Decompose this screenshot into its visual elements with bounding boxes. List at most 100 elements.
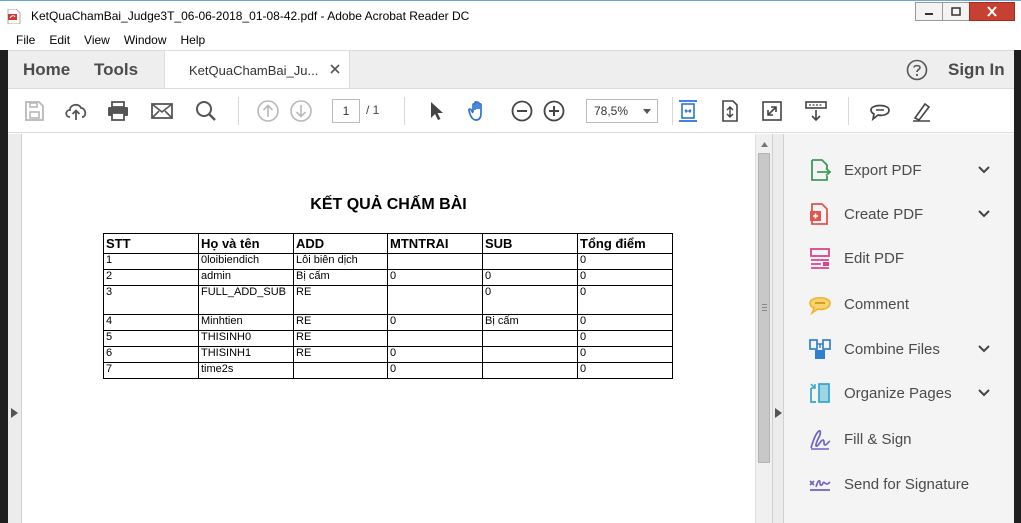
- table-cell: 0: [482, 285, 578, 315]
- zoom-in-icon[interactable]: [542, 99, 566, 123]
- fill-sign-icon: [810, 430, 831, 450]
- menu-bar: File Edit View Window Help: [0, 30, 1021, 50]
- toolbar-separator: [672, 97, 673, 125]
- table-cell: [482, 330, 578, 347]
- tools-pane: Export PDF Create PDF Edit PDF Comment C…: [784, 134, 1014, 523]
- tool-organize-pages[interactable]: Organize Pages: [784, 378, 1014, 408]
- document-scrollbar[interactable]: [755, 134, 772, 523]
- tab-document[interactable]: KetQuaChamBai_Ju...: [164, 51, 350, 89]
- close-window-button[interactable]: [969, 2, 1015, 21]
- table-cell: FULL_ADD_SUB: [198, 285, 294, 315]
- table-cell: [293, 362, 388, 379]
- window-title: KetQuaChamBai_Judge3T_06-06-2018_01-08-4…: [31, 9, 470, 23]
- email-icon[interactable]: [150, 99, 174, 123]
- tool-send-for-signature[interactable]: Send for Signature: [784, 469, 1014, 499]
- sign-in-link[interactable]: Sign In: [948, 60, 1005, 80]
- send-signature-icon: [809, 479, 831, 491]
- left-pane-toggle[interactable]: [8, 134, 22, 523]
- results-table: STT Họ và tên ADD MTNTRAI SUB Tổng điểm …: [103, 233, 673, 379]
- main-toolbar: 1 / 1 78,5%: [8, 88, 1014, 133]
- menu-file[interactable]: File: [9, 30, 42, 50]
- table-row: 5 THISINH0 RE 0: [103, 330, 673, 347]
- table-cell: 0: [482, 269, 578, 286]
- previous-page-icon[interactable]: [256, 99, 280, 123]
- right-pane-toggle[interactable]: [772, 134, 784, 523]
- toolbar-separator: [238, 97, 239, 125]
- scroll-up-arrow-icon[interactable]: [761, 142, 768, 147]
- chevron-right-icon: [775, 408, 782, 418]
- minimize-icon: [925, 12, 933, 15]
- tool-comment[interactable]: Comment: [784, 289, 1014, 319]
- menu-help[interactable]: Help: [174, 30, 213, 50]
- table-cell: Bị cấm: [482, 314, 578, 331]
- table-cell: RE: [293, 314, 388, 331]
- tool-label: Edit PDF: [844, 250, 905, 267]
- next-page-icon[interactable]: [289, 99, 313, 123]
- menu-edit[interactable]: Edit: [42, 30, 77, 50]
- tool-export-pdf[interactable]: Export PDF: [784, 155, 1014, 185]
- table-cell: 0: [577, 314, 673, 331]
- chevron-down-icon[interactable]: [978, 389, 990, 397]
- document-tab-label: KetQuaChamBai_Ju...: [189, 63, 319, 78]
- table-cell: [387, 330, 483, 347]
- help-icon[interactable]: [906, 59, 928, 81]
- tab-bar: Home Tools KetQuaChamBai_Ju... Sign In: [8, 50, 1014, 89]
- menu-window[interactable]: Window: [117, 30, 174, 50]
- table-cell: [482, 362, 578, 379]
- chevron-down-icon[interactable]: [978, 166, 990, 174]
- search-icon[interactable]: [194, 99, 218, 123]
- save-icon[interactable]: [22, 99, 46, 123]
- full-screen-icon[interactable]: [760, 99, 784, 123]
- print-icon[interactable]: [106, 99, 130, 123]
- highlight-pen-icon[interactable]: [910, 99, 934, 123]
- toolbar-separator: [848, 97, 849, 125]
- chevron-down-icon[interactable]: [978, 210, 990, 218]
- column-header: Họ và tên: [198, 233, 294, 254]
- tool-fill-sign[interactable]: Fill & Sign: [784, 424, 1014, 454]
- edit-pdf-icon: [810, 248, 830, 269]
- close-tab-icon[interactable]: [329, 63, 341, 75]
- scroll-mode-icon[interactable]: [718, 99, 742, 123]
- table-cell: [387, 285, 483, 315]
- chevron-down-icon[interactable]: [978, 345, 990, 353]
- document-view[interactable]: KẾT QUẢ CHẤM BÀI STT Họ và tên ADD MTNTR…: [22, 134, 755, 523]
- tab-home[interactable]: Home: [23, 60, 70, 80]
- table-cell: [482, 346, 578, 363]
- menu-view[interactable]: View: [77, 30, 117, 50]
- tool-edit-pdf[interactable]: Edit PDF: [784, 243, 1014, 273]
- read-mode-icon[interactable]: [804, 99, 828, 123]
- title-bar: KetQuaChamBai_Judge3T_06-06-2018_01-08-4…: [0, 0, 1021, 30]
- table-header-row: STT Họ và tên ADD MTNTRAI SUB Tổng điểm: [103, 233, 673, 254]
- toolbar-separator: [404, 97, 405, 125]
- table-cell: 2: [103, 269, 199, 286]
- table-cell: Minhtien: [198, 314, 294, 331]
- fit-page-icon[interactable]: [676, 99, 700, 123]
- comment-icon[interactable]: [868, 99, 892, 123]
- table-cell: 4: [103, 314, 199, 331]
- tool-combine-files[interactable]: Combine Files: [784, 334, 1014, 364]
- tab-tools[interactable]: Tools: [94, 60, 138, 80]
- zoom-value: 78,5%: [594, 104, 629, 118]
- column-header: STT: [103, 233, 199, 254]
- select-cursor-icon[interactable]: [424, 99, 448, 123]
- cloud-upload-icon[interactable]: [64, 99, 88, 123]
- table-cell: RE: [293, 285, 388, 315]
- table-cell: 7: [103, 362, 199, 379]
- table-cell: 0: [387, 362, 483, 379]
- export-pdf-icon: [811, 159, 832, 181]
- table-cell: Lỗi biên dịch: [293, 253, 388, 270]
- zoom-select[interactable]: 78,5%: [586, 99, 658, 123]
- hand-tool-icon[interactable]: [466, 99, 490, 123]
- minimize-button[interactable]: [915, 2, 943, 21]
- tool-label: Create PDF: [844, 206, 924, 223]
- table-cell: Bị cấm: [293, 269, 388, 286]
- column-header: SUB: [482, 233, 578, 254]
- tool-create-pdf[interactable]: Create PDF: [784, 199, 1014, 229]
- zoom-out-icon[interactable]: [510, 99, 534, 123]
- table-cell: admin: [198, 269, 294, 286]
- combine-files-icon: [809, 339, 831, 359]
- scrollbar-thumb[interactable]: [758, 153, 770, 463]
- page-number-input[interactable]: 1: [332, 99, 360, 123]
- table-cell: 0loibiendich: [198, 253, 294, 270]
- maximize-button[interactable]: [942, 2, 970, 21]
